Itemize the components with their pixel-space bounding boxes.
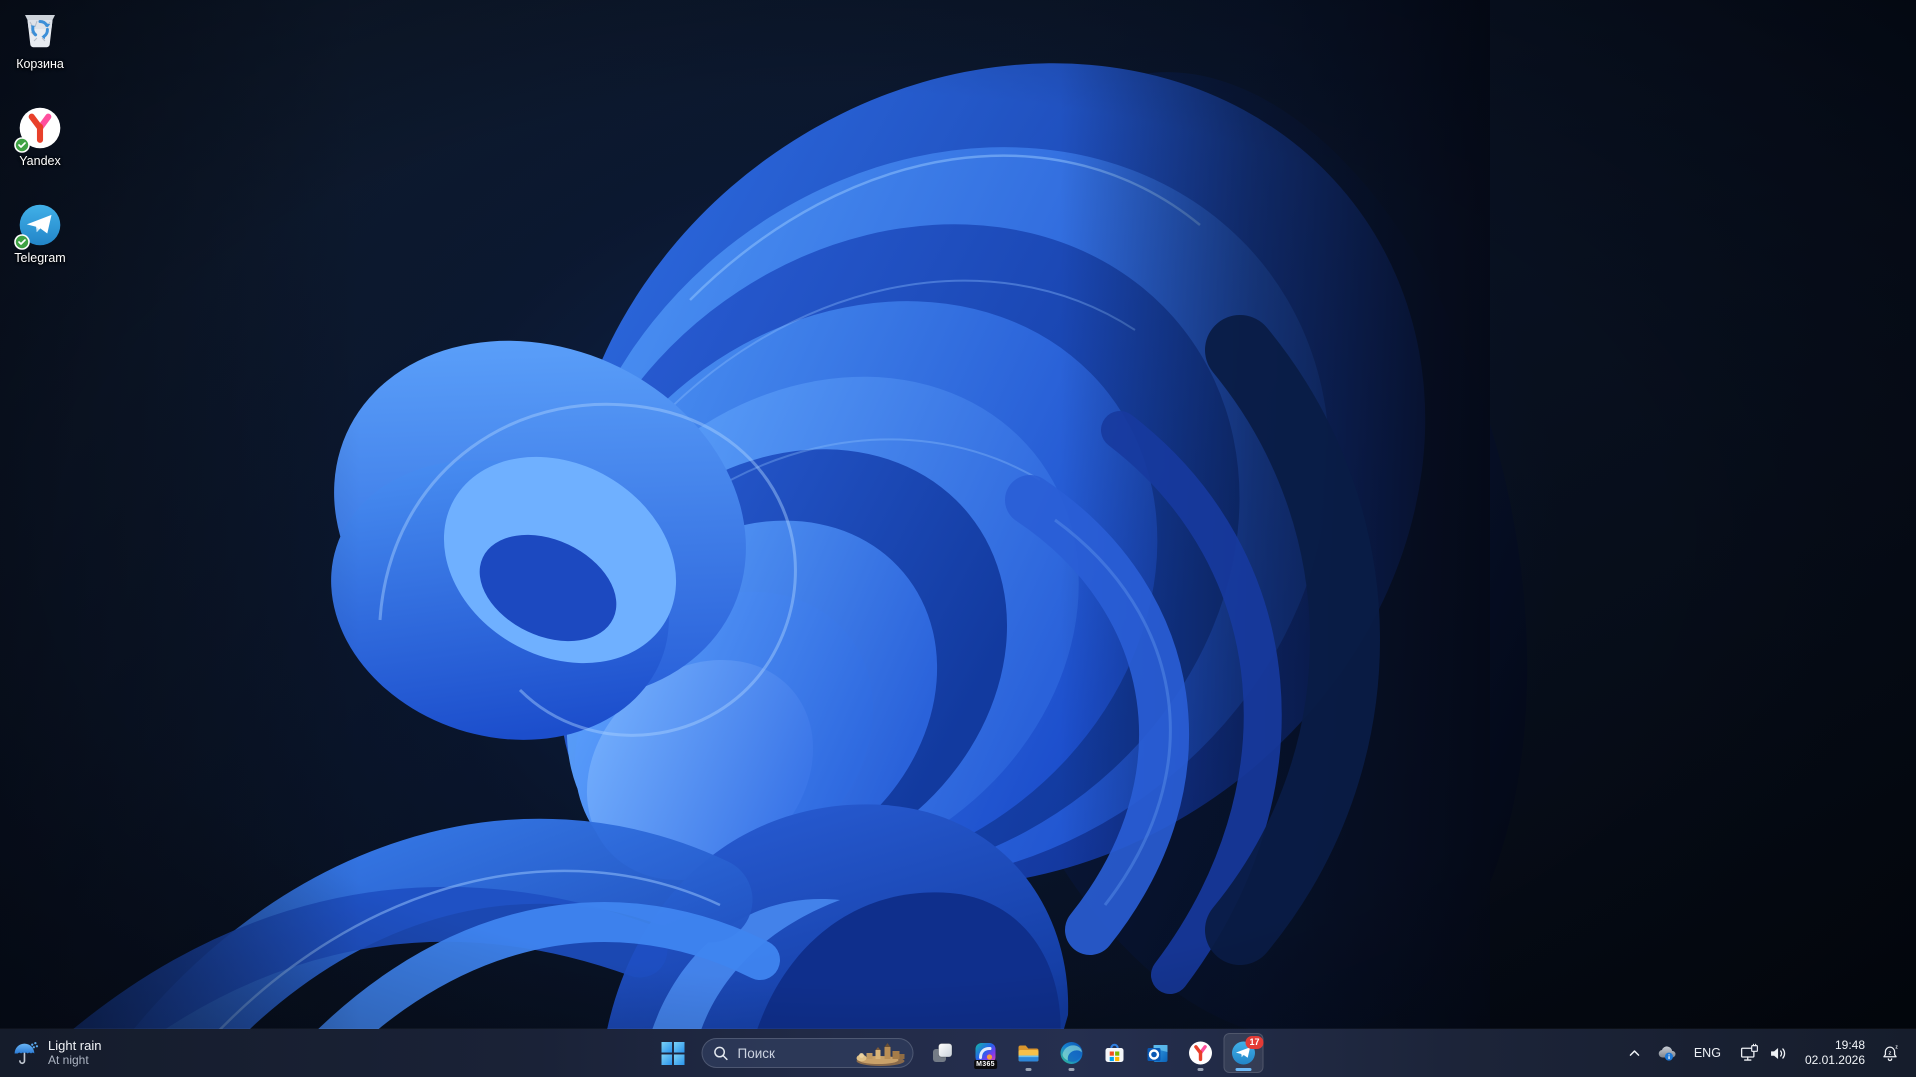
notification-center-button[interactable]: z z [1874,1033,1906,1073]
synced-check-icon [14,137,30,153]
taskbar-app-task-view[interactable] [923,1033,963,1073]
language-indicator[interactable]: ENG [1685,1033,1730,1073]
desktop-icon-label: Yandex [19,154,61,168]
desktop[interactable]: Корзина Yandex Telegram Light rain At ni… [0,0,1916,1077]
taskbar: Light rain At night Поиск M365 17 ENG 19… [0,1029,1916,1077]
outlook-icon [1147,1045,1168,1062]
weather-widget[interactable]: Light rain At night [0,1029,117,1077]
file-explorer-icon [1018,1045,1039,1062]
clock[interactable]: 19:48 02.01.2026 [1798,1033,1872,1073]
running-indicator [1197,1068,1204,1071]
desktop-icon-label: Telegram [14,251,66,265]
magnifier-icon [714,1046,728,1060]
notification-badge: 17 [1245,1036,1264,1049]
desktop-icon-yandex[interactable]: Yandex [2,101,78,172]
wallpaper-bloom [0,0,1916,1077]
tray-date: 02.01.2026 [1804,1053,1865,1067]
svg-text:z: z [1889,1051,1892,1057]
taskbar-app-file-explorer[interactable] [1009,1033,1049,1073]
desktop-icon-list: Корзина Yandex Telegram [2,4,78,269]
running-indicator [1025,1068,1032,1071]
weather-condition: Light rain [48,1038,102,1053]
synced-check-icon [14,234,30,250]
desktop-icon-telegram[interactable]: Telegram [2,198,78,269]
search-placeholder: Поиск [737,1045,775,1061]
start-button[interactable] [653,1033,693,1073]
onedrive-button[interactable] [1651,1033,1683,1073]
edge-icon [1060,1042,1083,1064]
active-indicator [1235,1068,1252,1071]
network-volume-button[interactable] [1732,1033,1796,1073]
taskbar-center: Поиск M365 17 [653,1029,1264,1077]
taskbar-app-yandex-browser[interactable] [1181,1033,1221,1073]
task-view-icon [933,1043,953,1062]
yandex-browser-icon [1189,1041,1212,1065]
running-indicator [1068,1068,1075,1071]
m365-badge: M365 [974,1060,997,1069]
desktop-icon-label: Корзина [16,57,64,71]
svg-text:z: z [1895,1044,1898,1050]
do-not-disturb-bell-icon: z z [1883,1044,1898,1062]
taskbar-app-outlook[interactable] [1138,1033,1178,1073]
chevron-up-icon [1630,1049,1640,1056]
taskbar-app-m365-copilot[interactable]: M365 [966,1033,1006,1073]
system-tray: ENG 19:48 02.01.2026 z z [1621,1029,1916,1077]
network-icon [1740,1043,1758,1061]
taskbar-app-edge[interactable] [1052,1033,1092,1073]
umbrella-rain-icon [14,1041,39,1064]
taskbar-app-telegram[interactable]: 17 [1223,1033,1264,1073]
windows-start-icon [661,1041,684,1065]
onedrive-cloud-icon [1659,1045,1676,1061]
weather-detail: At night [48,1053,89,1067]
volume-icon [1771,1047,1786,1059]
taskbar-app-microsoft-store[interactable] [1095,1033,1135,1073]
hidden-icons-button[interactable] [1621,1033,1649,1073]
recycle-bin-icon [25,15,55,48]
microsoft-store-icon [1105,1043,1124,1062]
desktop-icon-recycle-bin[interactable]: Корзина [2,4,78,75]
search-highlight-image[interactable] [852,1041,910,1067]
tray-time: 19:48 [1834,1038,1865,1052]
search-box[interactable]: Поиск [701,1038,914,1068]
